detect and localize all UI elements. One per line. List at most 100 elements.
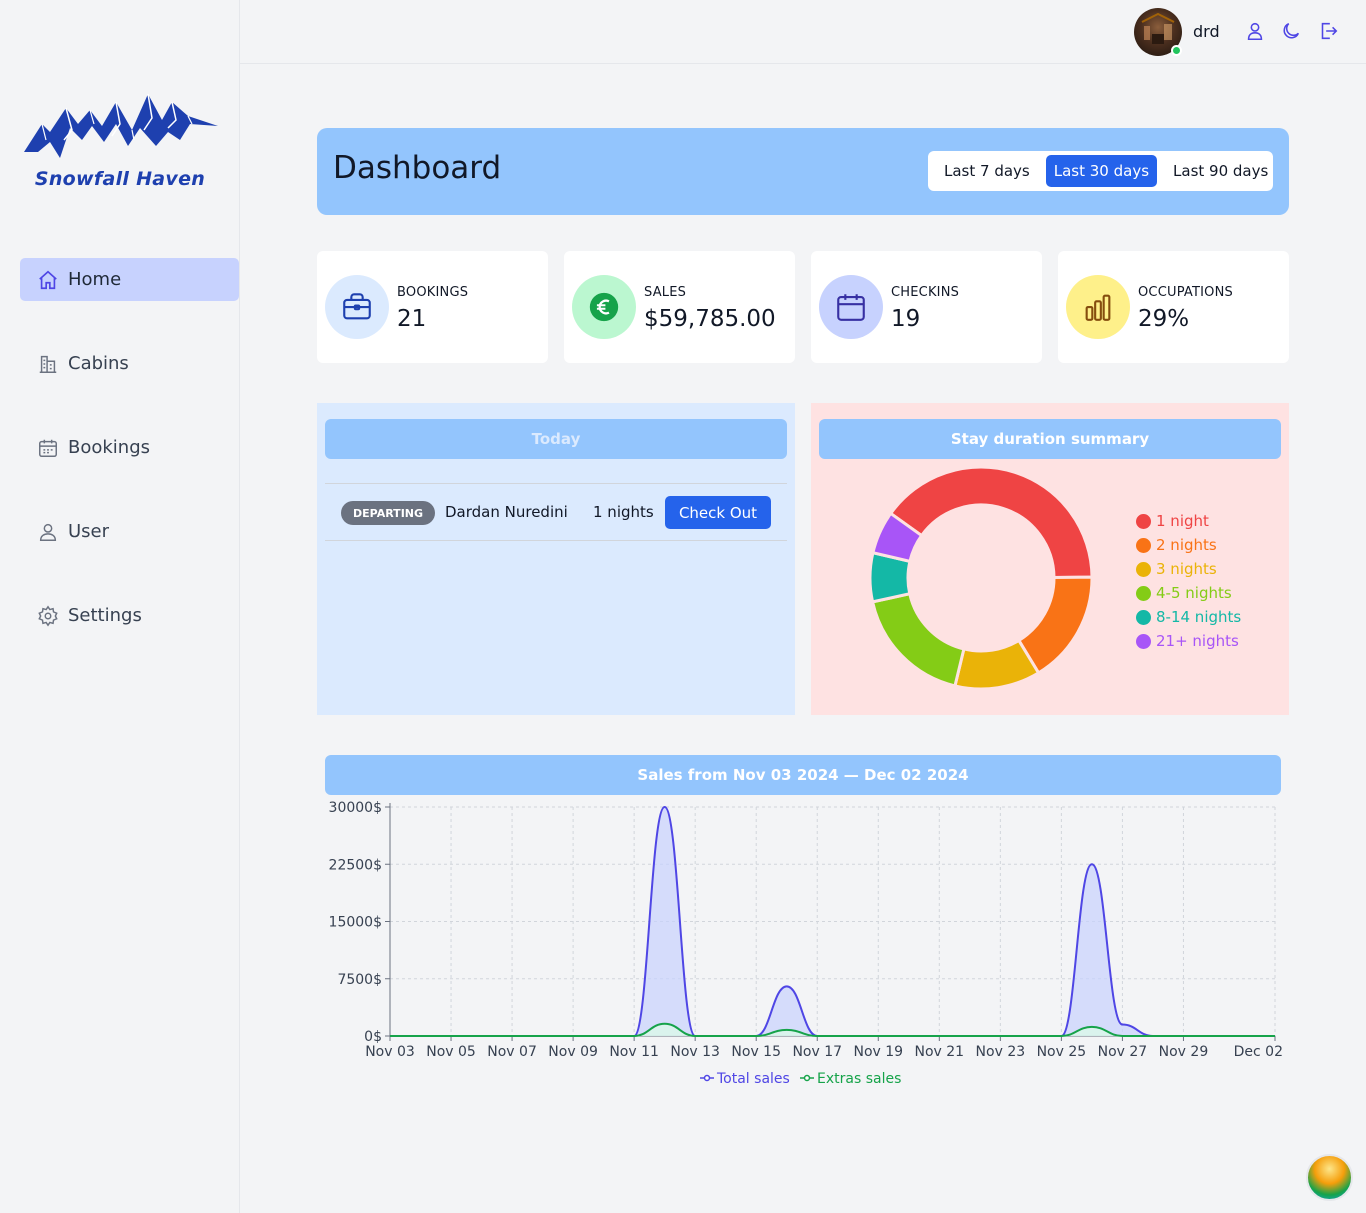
stat-card-bookings: BOOKINGS 21 bbox=[317, 251, 548, 363]
stat-label: SALES bbox=[644, 285, 687, 300]
donut-slice[interactable] bbox=[870, 591, 966, 688]
donut-slice[interactable] bbox=[888, 465, 1094, 579]
legend-label: 8-14 nights bbox=[1156, 608, 1242, 626]
stat-icon-container bbox=[572, 275, 636, 339]
briefcase-icon bbox=[343, 293, 371, 320]
status-badge: DEPARTING bbox=[341, 501, 436, 525]
sidebar-item-user[interactable]: User bbox=[20, 510, 239, 553]
legend-dot-icon bbox=[803, 1074, 811, 1082]
y-tick-label: 30000$ bbox=[329, 800, 382, 816]
x-tick-label: Nov 11 bbox=[609, 1044, 659, 1060]
x-tick-label: Nov 21 bbox=[915, 1044, 965, 1060]
legend-item[interactable]: 3 nights bbox=[1136, 557, 1241, 581]
legend-color-dot bbox=[1136, 537, 1151, 553]
sidebar: Snowfall Haven Home Cabins Bookings User… bbox=[0, 0, 240, 1213]
stat-value: $59,785.00 bbox=[644, 306, 776, 332]
list-item: DEPARTING Dardan Nuredini 1 nights Check… bbox=[325, 483, 787, 541]
sidebar-item-label: Bookings bbox=[68, 437, 151, 458]
stat-value: 29% bbox=[1138, 306, 1190, 332]
stat-label: OCCUPATIONS bbox=[1138, 285, 1233, 300]
legend-color-dot bbox=[1136, 513, 1151, 529]
x-tick-label: Nov 29 bbox=[1159, 1044, 1209, 1060]
today-title: Today bbox=[325, 419, 787, 459]
logout-button[interactable] bbox=[1317, 20, 1341, 44]
stat-icon-container bbox=[325, 275, 389, 339]
stay-duration-panel: Stay duration summary 1 night 2 nights 3 n… bbox=[811, 403, 1289, 715]
mountain-logo-icon bbox=[24, 93, 218, 158]
legend-dot-icon bbox=[703, 1074, 711, 1082]
y-tick-label: 7500$ bbox=[337, 972, 382, 988]
filter-last-90-days[interactable]: Last 90 days bbox=[1165, 155, 1276, 187]
x-tick-label: Nov 27 bbox=[1098, 1044, 1148, 1060]
filter-last-7-days[interactable]: Last 7 days bbox=[936, 155, 1038, 187]
dashboard-title-bar: Dashboard Last 7 days Last 30 days Last … bbox=[317, 128, 1289, 215]
legend-label: 21+ nights bbox=[1156, 632, 1239, 650]
check-out-button[interactable]: Check Out bbox=[665, 496, 771, 529]
filter-last-30-days[interactable]: Last 30 days bbox=[1045, 155, 1158, 187]
account-button[interactable] bbox=[1244, 20, 1268, 44]
stat-icon-container bbox=[819, 275, 883, 339]
chart-grid bbox=[389, 806, 1276, 1037]
legend-label: Total sales bbox=[716, 1071, 790, 1087]
x-tick-label: Nov 19 bbox=[853, 1044, 903, 1060]
legend-item[interactable]: 8-14 nights bbox=[1136, 605, 1241, 629]
sidebar-item-home[interactable]: Home bbox=[20, 258, 239, 301]
stay-duration-legend: 1 night 2 nights 3 nights 4-5 nights 8-14 ni… bbox=[1136, 509, 1241, 653]
x-tick-label: Nov 03 bbox=[365, 1044, 415, 1060]
floating-assistant-button[interactable] bbox=[1306, 1154, 1353, 1201]
logout-icon bbox=[1321, 22, 1338, 40]
legend-item[interactable]: 1 night bbox=[1136, 509, 1241, 533]
online-status-indicator bbox=[1171, 45, 1182, 56]
x-tick-label: Nov 13 bbox=[670, 1044, 720, 1060]
x-tick-label: Nov 05 bbox=[426, 1044, 476, 1060]
legend-label: Extras sales bbox=[817, 1071, 901, 1087]
sidebar-item-label: Settings bbox=[68, 605, 142, 626]
y-tick-label: 15000$ bbox=[329, 915, 382, 931]
legend-color-dot bbox=[1136, 585, 1151, 601]
x-tick-label: Nov 17 bbox=[792, 1044, 842, 1060]
page-title: Dashboard bbox=[333, 150, 502, 186]
x-tick-label: Dec 02 bbox=[1234, 1044, 1283, 1060]
legend-item[interactable]: 4-5 nights bbox=[1136, 581, 1241, 605]
stat-card-sales: SALES $59,785.00 bbox=[564, 251, 795, 363]
guest-name: Dardan Nuredini bbox=[445, 503, 568, 521]
legend-item[interactable]: 2 nights bbox=[1136, 533, 1241, 557]
user-icon bbox=[39, 523, 57, 541]
legend-item[interactable]: Extras sales bbox=[800, 1071, 901, 1087]
account-icon bbox=[1247, 22, 1263, 41]
brand-logo[interactable]: Snowfall Haven bbox=[20, 80, 220, 200]
sidebar-item-label: Home bbox=[68, 269, 122, 290]
sidebar-item-settings[interactable]: Settings bbox=[20, 594, 239, 637]
legend-label: 4-5 nights bbox=[1156, 584, 1232, 602]
legend-label: 3 nights bbox=[1156, 560, 1217, 578]
date-range-filter: Last 7 days Last 30 days Last 90 days bbox=[928, 151, 1273, 191]
legend-color-dot bbox=[1136, 609, 1151, 625]
stat-label: CHECKINS bbox=[891, 285, 960, 300]
gear-icon bbox=[38, 605, 58, 626]
sales-chart-title: Sales from Nov 03 2024 — Dec 02 2024 bbox=[325, 755, 1281, 795]
calendar-icon bbox=[837, 294, 865, 321]
sidebar-item-cabins[interactable]: Cabins bbox=[20, 342, 239, 385]
legend-color-dot bbox=[1136, 561, 1151, 577]
building-icon bbox=[39, 355, 57, 373]
x-tick-label: Nov 09 bbox=[548, 1044, 598, 1060]
dark-mode-icon bbox=[1283, 22, 1300, 39]
bar-chart-icon bbox=[1085, 294, 1111, 321]
x-tick-label: Nov 15 bbox=[731, 1044, 781, 1060]
legend-color-dot bbox=[1136, 633, 1151, 649]
y-tick-label: 22500$ bbox=[329, 857, 382, 873]
stat-card-checkins: CHECKINS 19 bbox=[811, 251, 1042, 363]
sidebar-item-bookings[interactable]: Bookings bbox=[20, 426, 239, 469]
stat-label: BOOKINGS bbox=[397, 285, 469, 300]
legend-item[interactable]: 21+ nights bbox=[1136, 629, 1241, 653]
stat-value: 21 bbox=[397, 306, 427, 332]
legend-item[interactable]: Total sales bbox=[700, 1071, 790, 1087]
stat-card-occupations: OCCUPATIONS 29% bbox=[1058, 251, 1289, 363]
dark-mode-toggle[interactable] bbox=[1280, 20, 1304, 44]
brand-name: Snowfall Haven bbox=[34, 168, 206, 190]
stat-icon-container bbox=[1066, 275, 1130, 339]
legend-label: 2 nights bbox=[1156, 536, 1217, 554]
legend-label: 1 night bbox=[1156, 512, 1209, 530]
stat-value: 19 bbox=[891, 306, 921, 332]
nights-count: 1 nights bbox=[593, 503, 654, 521]
